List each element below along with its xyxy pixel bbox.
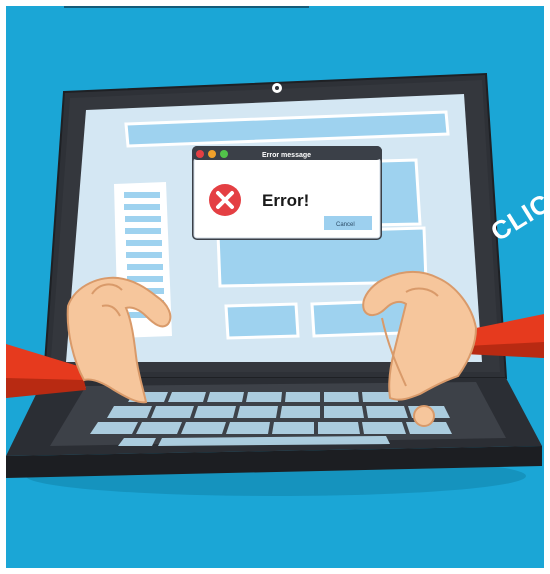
scene-svg: Error message Error! Cancel CLICK [6,72,544,496]
window-controls [196,150,228,158]
error-x-circle-icon [209,184,241,216]
minimize-dot-icon[interactable] [208,150,216,158]
webcam-icon [272,83,282,93]
close-dot-icon[interactable] [196,150,204,158]
error-message: Error! [262,191,309,210]
error-dialog: Error message Error! Cancel [192,146,382,240]
illustration-frame: Error message Error! Cancel CLICK [0,0,550,574]
laptop-error-illustration: Error message Error! Cancel CLICK [6,6,544,568]
maximize-dot-icon[interactable] [220,150,228,158]
cancel-button[interactable]: Cancel [324,216,372,230]
dialog-title: Error message [262,152,311,159]
cancel-button-label: Cancel [336,222,355,228]
